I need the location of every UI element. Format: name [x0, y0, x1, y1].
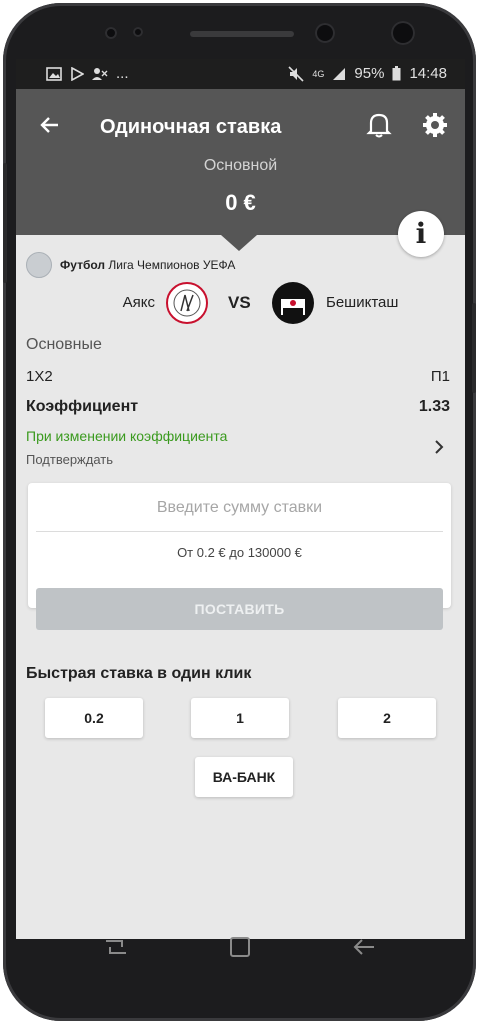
league-row: Футбол Лига Чемпионов УЕФА: [26, 252, 235, 278]
ajax-logo-icon: [166, 282, 208, 324]
volume-button: [3, 163, 7, 283]
info-button[interactable]: i: [398, 211, 444, 257]
gallery-icon: [46, 66, 62, 81]
battery-icon: [392, 66, 401, 81]
vs-label: VS: [228, 293, 251, 312]
odds-change-value[interactable]: Подтверждать: [26, 452, 113, 467]
front-camera-icon: [315, 23, 335, 43]
signal-icon: [333, 67, 346, 80]
besiktas-logo-icon: [272, 282, 314, 324]
sensor-dot: [105, 27, 117, 39]
market-name: 1Х2: [26, 368, 53, 385]
chevron-right-icon[interactable]: [432, 437, 446, 457]
coef-row: Коэффициент 1.33: [26, 398, 450, 416]
iris-scanner-icon: [391, 21, 415, 45]
clock: 14:48: [409, 65, 447, 82]
league-name: Лига Чемпионов УЕФА: [108, 258, 236, 272]
more-notifications: ...: [116, 65, 129, 82]
bet-amount: 0 €: [225, 190, 256, 215]
back-icon[interactable]: [350, 933, 378, 961]
quick-bet-button[interactable]: 1: [191, 698, 289, 738]
quick-bet-button[interactable]: 2: [338, 698, 436, 738]
back-arrow-icon[interactable]: [36, 111, 64, 139]
outcome-name: П1: [430, 368, 450, 385]
input-underline: [36, 531, 443, 532]
account-type: Основной: [203, 157, 278, 174]
bet-header: Одиночная ставка Основной 0 €: [16, 89, 465, 235]
power-button: [472, 303, 476, 393]
coef-value: 1.33: [418, 398, 450, 415]
bell-icon[interactable]: [366, 111, 392, 139]
sensor-dot: [133, 27, 143, 37]
gear-icon[interactable]: [421, 111, 449, 139]
match-row: Аякс VS Бешикташ: [16, 281, 465, 325]
all-in-button[interactable]: ВА-БАНК: [195, 757, 293, 797]
football-icon: [26, 252, 52, 278]
market-row: 1Х2 П1: [26, 368, 450, 385]
team2-name: Бешикташ: [326, 294, 399, 311]
quick-bet-title: Быстрая ставка в один клик: [26, 665, 252, 682]
team1-name: Аякс: [122, 294, 155, 311]
coef-label: Коэффициент: [26, 398, 139, 415]
earpiece-speaker: [190, 31, 294, 37]
home-icon[interactable]: [226, 933, 254, 961]
quick-bet-button[interactable]: 0.2: [45, 698, 143, 738]
call-icon: [92, 67, 108, 80]
status-bar: ... 4G 95% 14:48: [16, 59, 465, 89]
battery-percent: 95%: [354, 65, 385, 82]
screen: ... 4G 95% 14:48 Одиночная ставка Основн…: [16, 59, 465, 939]
network-type: 4G: [312, 68, 325, 79]
section-title: Основные: [26, 336, 102, 353]
stake-input[interactable]: Введите сумму ставки: [28, 499, 451, 517]
recent-apps-icon[interactable]: [102, 933, 130, 961]
header-pointer: [221, 235, 257, 251]
mute-icon: [288, 65, 304, 82]
sport-name: Футбол: [60, 258, 106, 272]
odds-change-title[interactable]: При изменении коэффициента: [26, 428, 227, 444]
page-title: Одиночная ставка: [100, 116, 282, 138]
navigation-bar: [16, 903, 465, 991]
place-bet-button[interactable]: ПОСТАВИТЬ: [36, 588, 443, 630]
play-store-icon: [71, 66, 84, 81]
stake-range: От 0.2 € до 130000 €: [177, 545, 302, 560]
